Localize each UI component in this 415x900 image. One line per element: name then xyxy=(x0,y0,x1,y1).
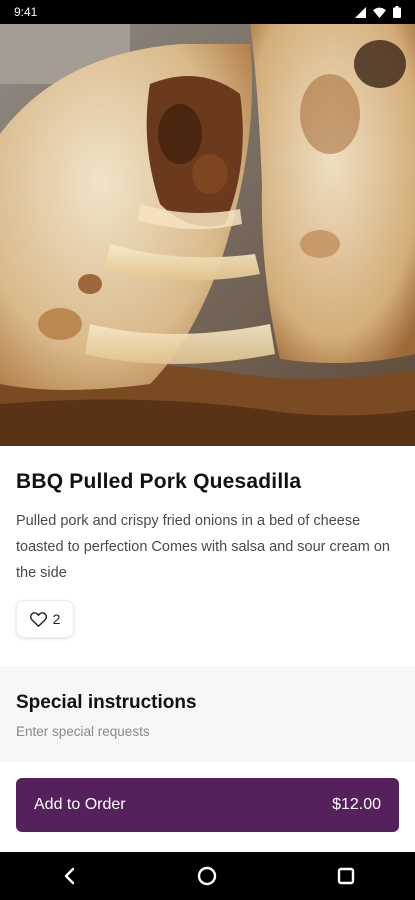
add-to-order-label: Add to Order xyxy=(34,796,126,813)
system-navigation-bar xyxy=(0,852,415,900)
status-bar: 9:41 xyxy=(0,0,415,24)
recents-button[interactable] xyxy=(316,852,376,900)
like-button[interactable]: 2 xyxy=(16,600,74,638)
signal-icon xyxy=(355,6,366,18)
battery-icon xyxy=(393,6,401,18)
order-price: $12.00 xyxy=(332,796,381,813)
wifi-icon xyxy=(373,7,386,18)
back-icon xyxy=(62,867,76,885)
like-count: 2 xyxy=(52,611,61,627)
special-instructions-section: Special instructions xyxy=(0,666,415,762)
item-title: BBQ Pulled Pork Quesadilla xyxy=(16,470,302,493)
recents-icon xyxy=(337,867,355,885)
home-button[interactable] xyxy=(177,852,237,900)
heart-icon xyxy=(29,611,47,627)
home-icon xyxy=(197,866,217,886)
item-details: BBQ Pulled Pork Quesadilla Pulled pork a… xyxy=(0,446,415,638)
hero-image xyxy=(0,24,415,446)
back-button[interactable] xyxy=(39,852,99,900)
status-time: 9:41 xyxy=(14,5,38,19)
special-instructions-title: Special instructions xyxy=(16,692,197,713)
add-to-order-button[interactable]: Add to Order $12.00 xyxy=(16,778,399,832)
special-requests-input[interactable] xyxy=(16,724,399,739)
status-icons xyxy=(355,6,401,18)
item-description: Pulled pork and crispy fried onions in a… xyxy=(16,513,390,581)
